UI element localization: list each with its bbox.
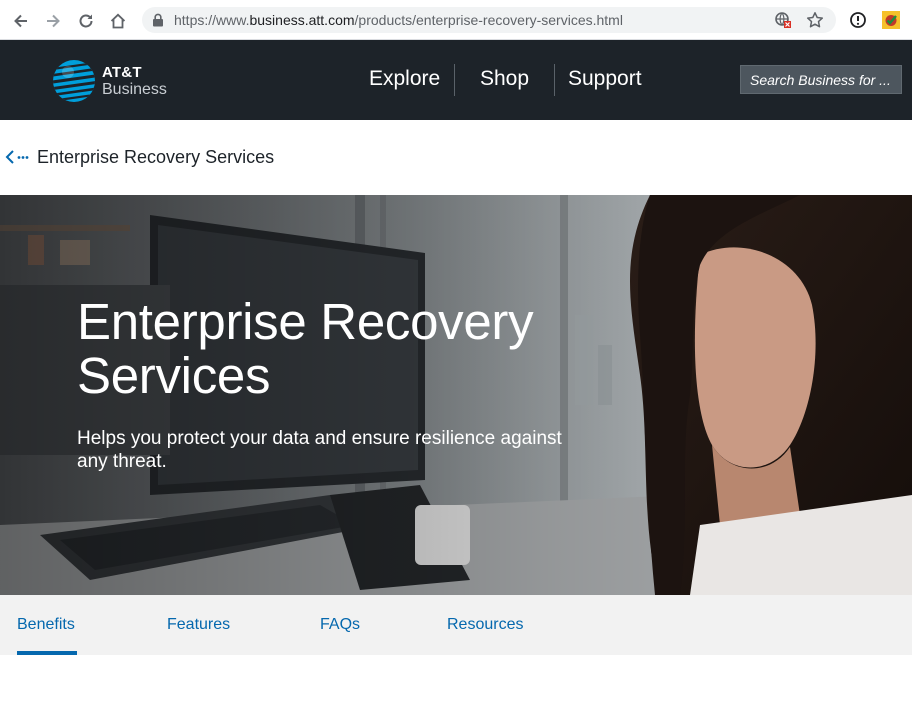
active-tab-indicator <box>17 651 77 655</box>
tab-features[interactable]: Features <box>167 616 230 634</box>
logo-business-text: Business <box>102 81 167 98</box>
nav-divider <box>554 64 555 96</box>
hero-subtitle: Helps you protect your data and ensure r… <box>77 428 562 472</box>
home-icon[interactable] <box>107 10 129 32</box>
tab-faqs[interactable]: FAQs <box>320 616 360 634</box>
section-tabs: Benefits Features FAQs Resources <box>0 595 912 655</box>
nav-divider <box>454 64 455 96</box>
url-text: https://www.business.att.com/products/en… <box>174 12 623 28</box>
browser-toolbar: https://www.business.att.com/products/en… <box>0 0 912 40</box>
nav-explore[interactable]: Explore <box>369 65 440 93</box>
tab-benefits[interactable]: Benefits <box>17 616 75 634</box>
star-icon[interactable] <box>806 11 824 29</box>
extension-info-icon[interactable] <box>849 11 867 29</box>
address-bar[interactable]: https://www.business.att.com/products/en… <box>142 7 836 33</box>
logo-att-text: AT&T <box>102 64 142 81</box>
hero-banner: Enterprise Recovery Services Helps you pr… <box>0 195 912 595</box>
translate-icon[interactable] <box>774 11 792 29</box>
search-input[interactable] <box>741 66 901 93</box>
back-arrow-icon[interactable] <box>10 10 32 32</box>
site-header: AT&T Business Explore Shop Support <box>0 40 912 120</box>
breadcrumb: Enterprise Recovery Services <box>4 146 274 168</box>
tab-resources[interactable]: Resources <box>447 616 523 634</box>
hero-title: Enterprise Recovery Services <box>77 293 534 404</box>
att-globe-logo <box>53 60 95 102</box>
nav-shop[interactable]: Shop <box>480 65 529 93</box>
search-box <box>740 65 902 94</box>
breadcrumb-title: Enterprise Recovery Services <box>37 146 275 167</box>
extension-check-icon[interactable] <box>881 10 901 30</box>
breadcrumb-back-icon[interactable] <box>4 149 30 165</box>
reload-icon[interactable] <box>75 10 97 32</box>
att-business-logo[interactable]: AT&T Business <box>52 59 167 103</box>
lock-icon <box>152 13 164 27</box>
nav-support[interactable]: Support <box>568 65 642 93</box>
forward-arrow-icon[interactable] <box>42 10 64 32</box>
